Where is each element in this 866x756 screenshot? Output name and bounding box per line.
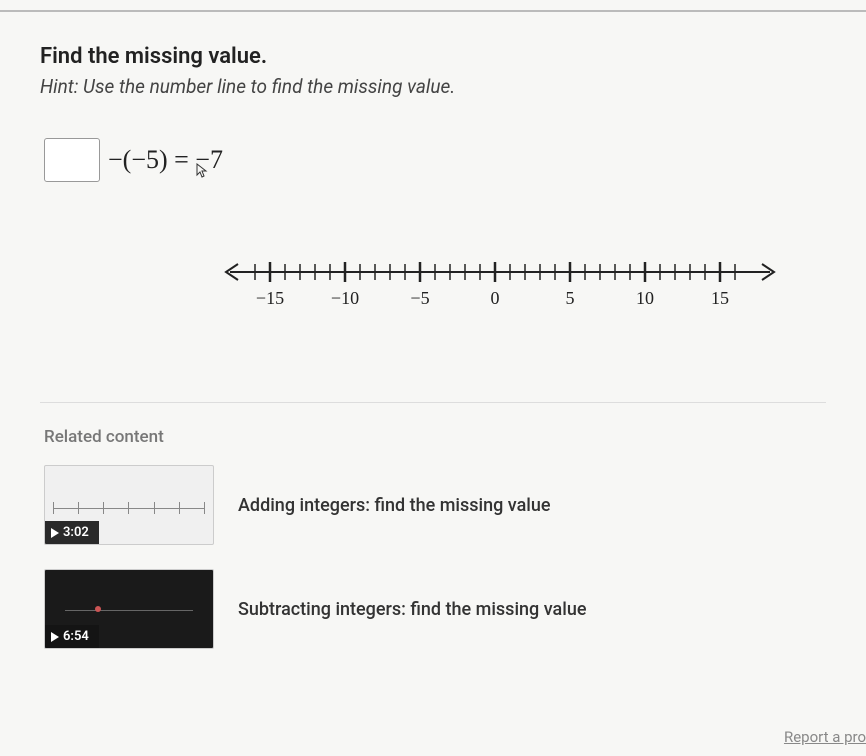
video-duration-badge: 6:54 bbox=[45, 625, 99, 648]
tick-label: 15 bbox=[711, 288, 729, 308]
video-thumbnail[interactable]: 3:02 bbox=[44, 465, 214, 545]
number-line: −15 −10 −5 0 5 10 15 bbox=[220, 242, 826, 322]
question-title: Find the missing value. bbox=[40, 44, 826, 69]
related-content-heading: Related content bbox=[44, 427, 826, 447]
question-hint: Hint: Use the number line to find the mi… bbox=[40, 75, 826, 98]
report-problem-link[interactable]: Report a pro bbox=[784, 728, 866, 746]
tick-label: 5 bbox=[566, 288, 575, 308]
video-thumbnail[interactable]: 6:54 bbox=[44, 569, 214, 649]
equation-expression: −(−5) = −7 bbox=[108, 145, 223, 175]
tick-label: 0 bbox=[491, 288, 500, 308]
related-video-2[interactable]: 6:54 Subtracting integers: find the miss… bbox=[44, 569, 826, 649]
video-title: Subtracting integers: find the missing v… bbox=[238, 599, 586, 620]
related-video-1[interactable]: 3:02 Adding integers: find the missing v… bbox=[44, 465, 826, 545]
tick-label: −10 bbox=[331, 288, 359, 308]
video-duration-badge: 3:02 bbox=[45, 521, 99, 544]
answer-input[interactable] bbox=[44, 138, 100, 182]
main-content: Find the missing value. Hint: Use the nu… bbox=[0, 12, 866, 649]
tick-label: 10 bbox=[636, 288, 654, 308]
equation-row: −(−5) = −7 bbox=[44, 138, 826, 182]
cursor-icon bbox=[196, 163, 210, 184]
tick-label: −15 bbox=[256, 288, 284, 308]
video-title: Adding integers: find the missing value bbox=[238, 495, 551, 516]
duration-text: 6:54 bbox=[63, 629, 89, 644]
tick-label: −5 bbox=[410, 288, 429, 308]
duration-text: 3:02 bbox=[63, 525, 89, 540]
section-divider bbox=[40, 402, 826, 403]
play-icon bbox=[51, 632, 59, 642]
play-icon bbox=[51, 528, 59, 538]
